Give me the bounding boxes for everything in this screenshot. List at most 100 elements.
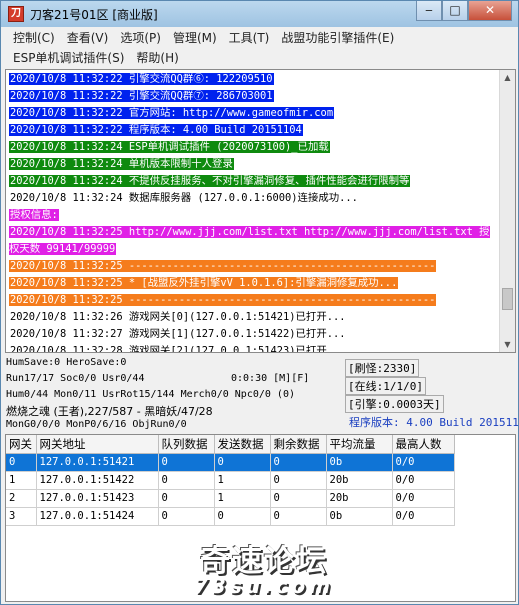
close-icon[interactable]: ✕ xyxy=(468,1,512,21)
log-line-text: 授权信息: xyxy=(9,209,59,221)
status-timer: 0:0:30 [M][F] xyxy=(231,373,310,384)
log-line-text: 2020/10/8 11:32:24 单机版本限制十人登录 xyxy=(9,158,234,170)
table-cell: 2 xyxy=(6,489,37,508)
log-line: 2020/10/8 11:32:28 游戏网关[2](127.0.0.1:514… xyxy=(9,343,499,353)
status-mon: MonG0/0/0 MonP0/6/16 ObjRun0/0 xyxy=(6,419,187,430)
table-row[interactable]: 2 127.0.0.1:51423 0 1 0 20b 0/0 xyxy=(6,489,455,508)
table-cell: 0/0 xyxy=(392,471,455,490)
table-cell: 127.0.0.1:51423 xyxy=(36,489,159,508)
app-icon: 刀 xyxy=(8,6,24,22)
menu-options[interactable]: 选项(P) xyxy=(114,29,167,46)
table-cell: 0/0 xyxy=(392,507,455,526)
table-cell: 0 xyxy=(270,489,327,508)
window-controls: ‒ □ ✕ xyxy=(416,1,512,21)
table-cell: 0 xyxy=(270,453,327,472)
table-cell: 0b xyxy=(326,507,393,526)
column-header[interactable]: 剩余数据 xyxy=(270,435,327,454)
title-bar[interactable]: 刀 刀客21号01区 [商业版] ‒ □ ✕ xyxy=(1,1,518,27)
column-header[interactable]: 网关地址 xyxy=(36,435,159,454)
table-cell: 0 xyxy=(270,471,327,490)
table-cell: 0 xyxy=(6,453,37,472)
table-cell: 0b xyxy=(326,453,393,472)
maximize-icon[interactable]: □ xyxy=(442,1,468,21)
scroll-down-icon[interactable]: ▼ xyxy=(500,337,515,352)
app-window: 刀 刀客21号01区 [商业版] ‒ □ ✕ 控制(C) 查看(V) 选项(P)… xyxy=(0,0,519,605)
log-line-text: 2020/10/8 11:32:22 程序版本: 4.00 Build 2015… xyxy=(9,124,303,136)
table-cell: 0 xyxy=(158,489,215,508)
menu-row-2: ESP单机调试插件(S) 帮助(H) xyxy=(1,47,518,67)
table-cell: 1 xyxy=(6,471,37,490)
menu-tools[interactable]: 工具(T) xyxy=(223,29,276,46)
table-cell: 127.0.0.1:51422 xyxy=(36,471,159,490)
log-line-text: 2020/10/8 11:32:27 游戏网关[1](127.0.0.1:514… xyxy=(10,328,346,340)
scroll-up-icon[interactable]: ▲ xyxy=(500,70,515,85)
status-hum-save: HumSave:0 HeroSave:0 xyxy=(6,357,127,368)
log-line-text: 2020/10/8 11:32:25 ---------------------… xyxy=(9,294,437,306)
column-header[interactable]: 平均流量 xyxy=(326,435,393,454)
log-line-text: 2020/10/8 11:32:26 游戏网关[0](127.0.0.1:514… xyxy=(10,311,346,323)
log-line-text: 2020/10/8 11:32:24 ESP单机调试插件 (2020073100… xyxy=(9,141,330,153)
table-cell: 0 xyxy=(158,471,215,490)
table-cell: 0/0 xyxy=(392,489,455,508)
log-line-text: 2020/10/8 11:32:22 引擎交流QQ群⑥: 122209510 xyxy=(9,73,274,85)
column-header[interactable]: 网关 xyxy=(6,435,37,454)
status-engine: [引擎:0.0003天] xyxy=(345,395,444,413)
table-cell: 1 xyxy=(214,471,271,490)
log-line: 2020/10/8 11:32:25 ---------------------… xyxy=(9,292,499,309)
log-line-text: 2020/10/8 11:32:25 ---------------------… xyxy=(9,260,437,272)
log-line-text: 2020/10/8 11:32:25 * [战盟反外挂引擎vV 1.0.1.6]… xyxy=(9,277,399,289)
menu-view[interactable]: 查看(V) xyxy=(61,29,115,46)
status-hum: Hum0/44 Mon0/11 UsrRot15/144 Merch0/0 Np… xyxy=(6,389,295,400)
status-run: Run17/17 Soc0/0 Usr0/44 xyxy=(6,373,145,384)
table-cell: 20b xyxy=(326,489,393,508)
table-row[interactable]: 3 127.0.0.1:51424 0 0 0 0b 0/0 xyxy=(6,507,455,526)
table-cell: 0 xyxy=(214,507,271,526)
column-header[interactable]: 最高人数 xyxy=(392,435,455,454)
log-line-text: 2020/10/8 11:32:24 数据库服务器 (127.0.0.1:600… xyxy=(10,192,358,204)
table-cell: 127.0.0.1:51424 xyxy=(36,507,159,526)
table-row[interactable]: 1 127.0.0.1:51422 0 1 0 20b 0/0 xyxy=(6,471,455,490)
log-line-text: 2020/10/8 11:32:22 官方网站: http://www.game… xyxy=(9,107,335,119)
table-cell: 0/0 xyxy=(392,453,455,472)
log-line: 2020/10/8 11:32:22 引擎交流QQ群⑥: 122209510 xyxy=(9,71,499,88)
scroll-thumb[interactable] xyxy=(502,288,513,310)
status-version: 程序版本: 4.00 Build 20151104 xyxy=(349,416,519,429)
table-row[interactable]: 0 127.0.0.1:51421 0 0 0 0b 0/0 xyxy=(6,453,455,472)
table-cell: 0 xyxy=(270,507,327,526)
log-scrollbar[interactable]: ▲ ▼ xyxy=(499,70,515,352)
table-cell: 0 xyxy=(158,453,215,472)
status-online: [在线:1/1/0] xyxy=(345,377,426,395)
watermark-sub: 73su.com xyxy=(193,574,334,598)
log-line: 2020/10/8 11:32:22 程序版本: 4.00 Build 2015… xyxy=(9,122,499,139)
log-line-text: 2020/10/8 11:32:25 http://www.jjj.com/li… xyxy=(9,226,490,255)
minimize-icon[interactable]: ‒ xyxy=(416,1,442,21)
table-cell: 20b xyxy=(326,471,393,490)
column-header[interactable]: 发送数据 xyxy=(214,435,271,454)
status-city: 燃烧之魂 (王者),227/587 - 黑暗妖/47/28 xyxy=(6,405,213,418)
log-line: 2020/10/8 11:32:26 游戏网关[0](127.0.0.1:514… xyxy=(9,309,499,326)
log-line: 2020/10/8 11:32:24 数据库服务器 (127.0.0.1:600… xyxy=(9,190,499,207)
log-panel[interactable]: 2020/10/8 11:32:22 引擎交流QQ群⑥: 122209510 20… xyxy=(5,69,516,353)
table-cell: 1 xyxy=(214,489,271,508)
log-line: 2020/10/8 11:32:22 官方网站: http://www.game… xyxy=(9,105,499,122)
menu-bar: 控制(C) 查看(V) 选项(P) 管理(M) 工具(T) 战盟功能引擎插件(E… xyxy=(1,27,518,67)
log-line: 2020/10/8 11:32:24 单机版本限制十人登录 xyxy=(9,156,499,173)
log-line-text: 2020/10/8 11:32:22 引擎交流QQ群⑦: 286703001 xyxy=(9,90,274,102)
menu-manage[interactable]: 管理(M) xyxy=(167,29,223,46)
log-line: 2020/10/8 11:32:22 引擎交流QQ群⑦: 286703001 xyxy=(9,88,499,105)
log-line-text: 2020/10/8 11:32:28 游戏网关[2](127.0.0.1:514… xyxy=(10,345,346,353)
column-header[interactable]: 队列数据 xyxy=(158,435,215,454)
status-refresh: [刷怪:2330] xyxy=(345,359,420,377)
menu-control[interactable]: 控制(C) xyxy=(7,29,61,46)
log-line: 授权信息: xyxy=(9,207,499,224)
log-line: 2020/10/8 11:32:24 ESP单机调试插件 (2020073100… xyxy=(9,139,499,156)
log-line: 2020/10/8 11:32:27 游戏网关[1](127.0.0.1:514… xyxy=(9,326,499,343)
table-cell: 0 xyxy=(158,507,215,526)
menu-help[interactable]: 帮助(H) xyxy=(130,49,184,66)
log-line: 2020/10/8 11:32:25 ---------------------… xyxy=(9,258,499,275)
table-cell: 3 xyxy=(6,507,37,526)
table-cell: 0 xyxy=(214,453,271,472)
watermark-logo: 奇速论坛 73su.com xyxy=(169,536,359,598)
menu-esp-debug[interactable]: ESP单机调试插件(S) xyxy=(7,49,130,66)
menu-engine-plugin[interactable]: 战盟功能引擎插件(E) xyxy=(275,29,400,46)
